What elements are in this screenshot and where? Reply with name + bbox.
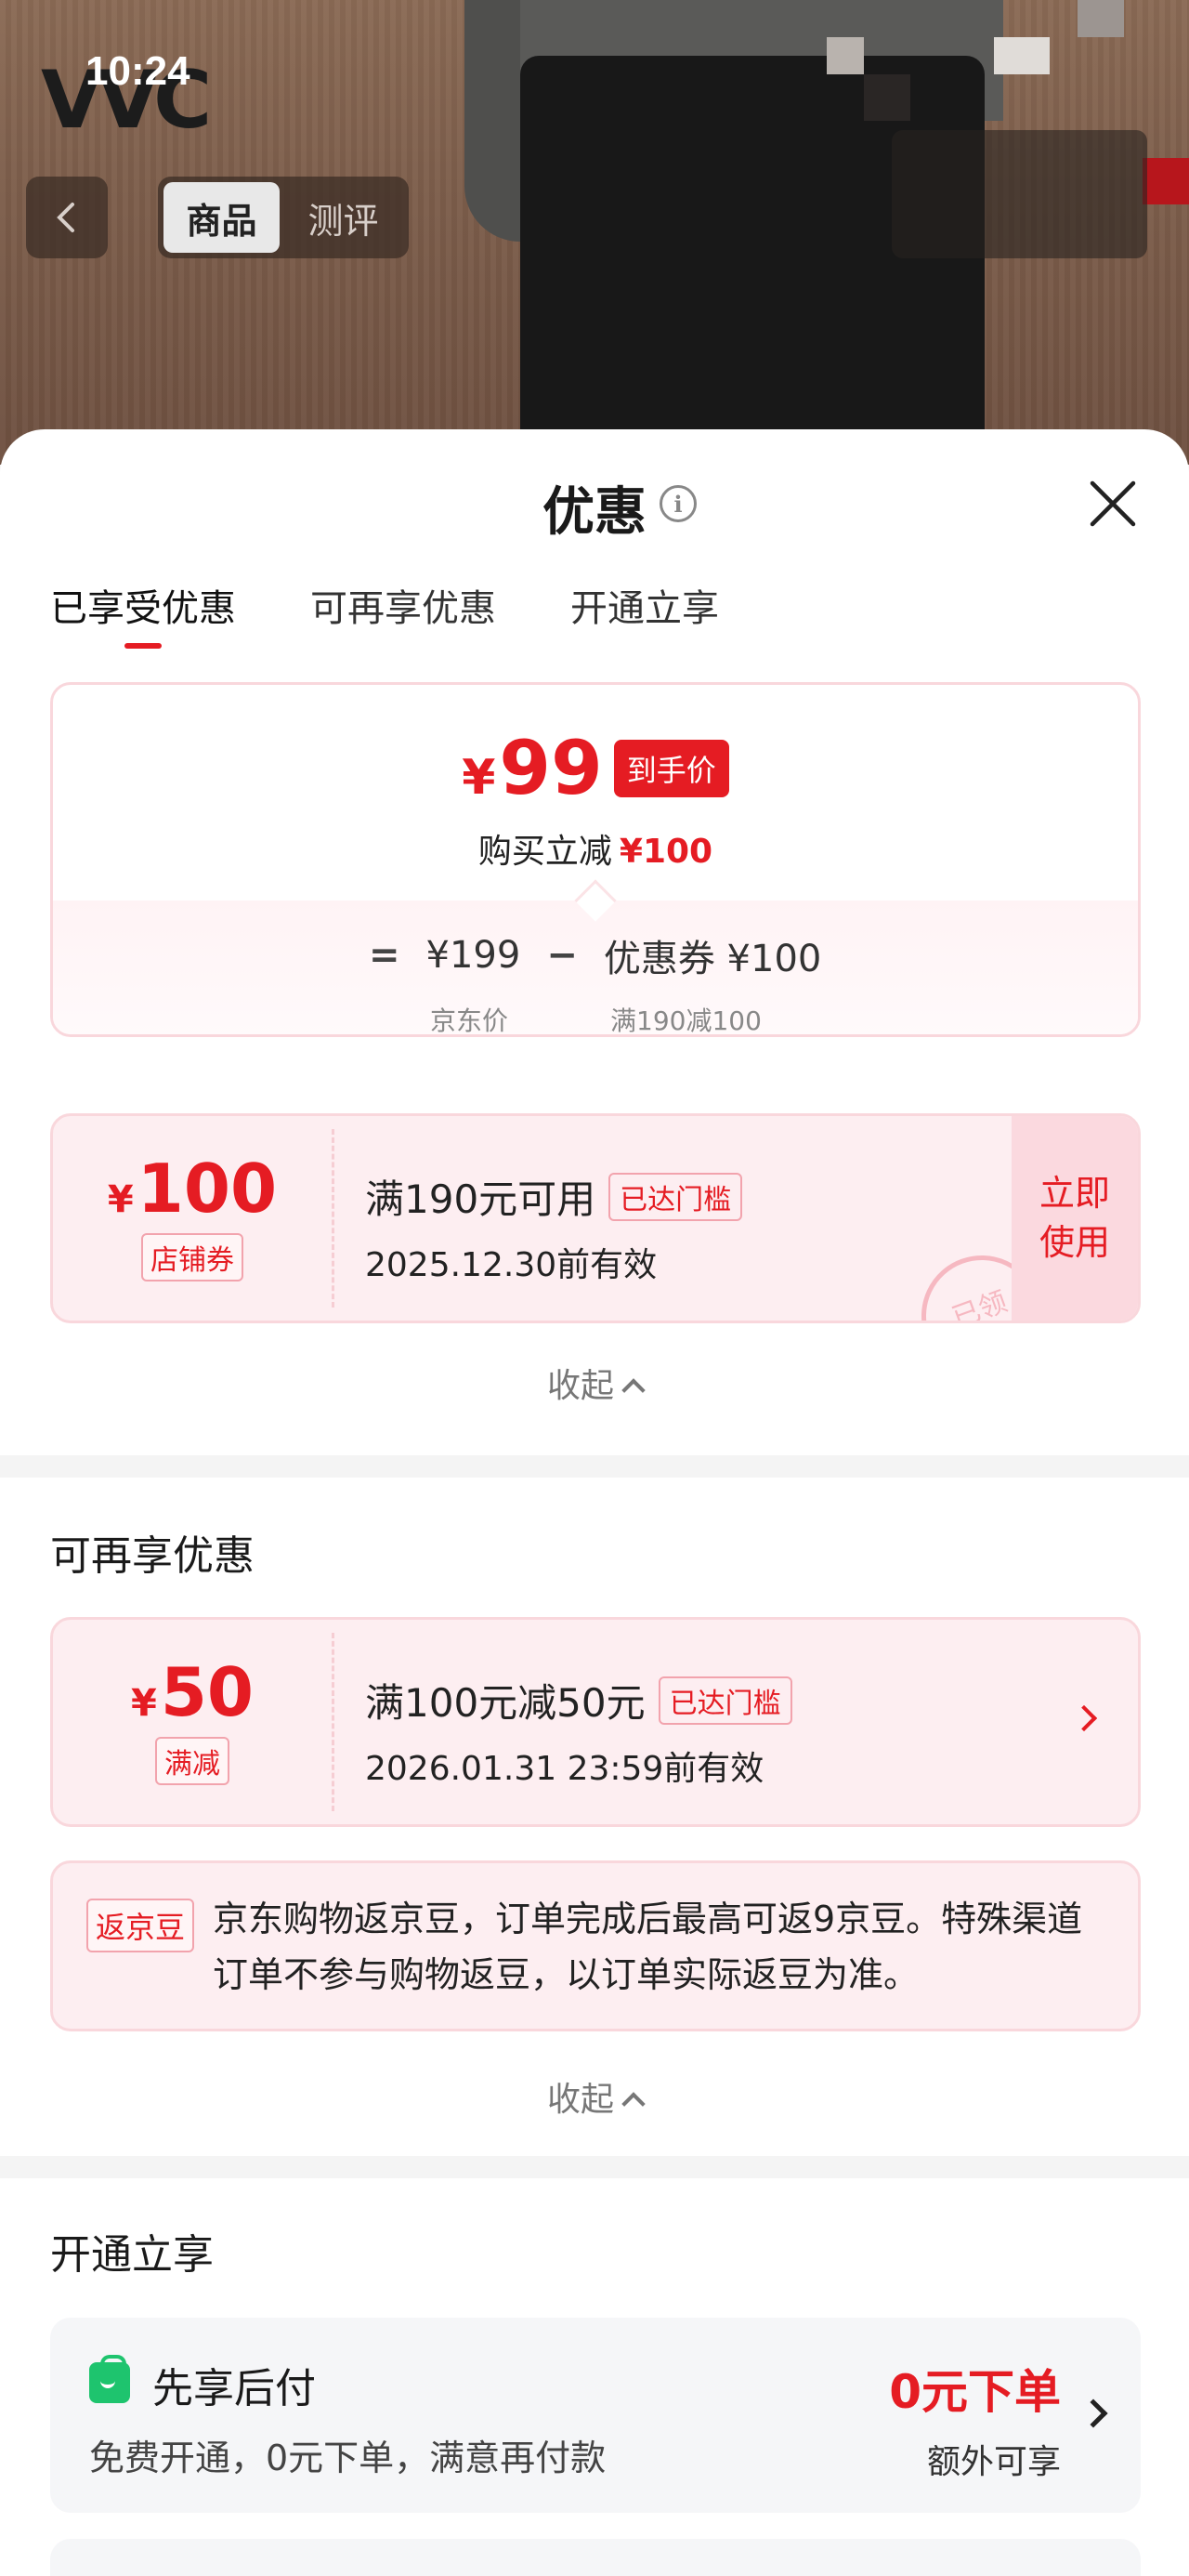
- coupon-amount: ¥50: [130, 1653, 255, 1731]
- pay-later-title: 先享后付: [152, 2365, 316, 2412]
- pixelation: [1078, 0, 1124, 37]
- next-offer-card[interactable]: [50, 2539, 1141, 2576]
- tab-product[interactable]: 商品: [163, 182, 280, 253]
- tab-more[interactable]: 可再享优惠: [310, 578, 496, 649]
- discount-sheet: 优惠 i 已享受优惠 可再享优惠 开通立享 ¥99 到手价 购买立减 ¥100 =…: [0, 429, 1189, 2576]
- tab-review[interactable]: 测评: [285, 182, 401, 253]
- discount-tabs: 已享受优惠 可再享优惠 开通立享: [50, 578, 719, 649]
- status-time: 10:24: [85, 48, 190, 94]
- chevron-up-icon: [621, 1378, 646, 1402]
- pixelation: [864, 74, 910, 121]
- pixelation: [827, 37, 864, 74]
- coupon-rule-label: 满190减100: [610, 1005, 762, 1036]
- original-price-label: 京东价: [430, 1005, 509, 1036]
- coupon-type-tag: 满减: [155, 1737, 229, 1785]
- tab-open[interactable]: 开通立享: [570, 578, 719, 649]
- pay-later-sub: 额外可享: [926, 2443, 1061, 2481]
- pay-later-card[interactable]: 先享后付 免费开通，0元下单，满意再付款 0元下单 额外可享: [50, 2318, 1141, 2513]
- collapse-toggle[interactable]: 收起: [0, 2072, 1189, 2121]
- reduce-line: 购买立减 ¥100: [477, 833, 713, 871]
- coupon-condition: 满100元减50元: [365, 1680, 646, 1726]
- price-breakdown: = ¥199 − 优惠券 ¥100 京东价 满190减100: [53, 879, 1138, 1036]
- final-price-tag: 到手价: [613, 740, 729, 797]
- pay-later-highlight: 0元下单: [889, 2365, 1061, 2419]
- back-button[interactable]: [26, 177, 108, 258]
- hero-action-bar[interactable]: [892, 130, 1147, 258]
- shopping-bag-icon: [89, 2355, 130, 2403]
- section-divider: [0, 2156, 1189, 2178]
- threshold-badge: 已达门槛: [658, 1676, 792, 1725]
- coupon-condition: 满190元可用: [365, 1176, 596, 1222]
- original-price: ¥199: [425, 934, 521, 977]
- price-summary-card: ¥99 到手价 购买立减 ¥100 = ¥199 − 优惠券 ¥100 京东价 满…: [50, 682, 1141, 1037]
- coupon-validity: 2025.12.30前有效: [365, 1246, 658, 1284]
- pixelation: [994, 37, 1050, 74]
- close-icon[interactable]: [1085, 476, 1141, 532]
- sheet-title: 优惠: [542, 482, 647, 543]
- chevron-right-icon: [1078, 2399, 1108, 2428]
- threshold-badge: 已达门槛: [608, 1172, 743, 1221]
- coupon-type-tag: 店铺券: [141, 1233, 243, 1281]
- chevron-right-icon: [1070, 1704, 1098, 1732]
- chevron-up-icon: [621, 2092, 646, 2116]
- coupon-deduction: 优惠券 ¥100: [603, 938, 822, 980]
- product-tab-switch[interactable]: 商品 测评: [158, 177, 409, 258]
- jd-bean-card: 返京豆 京东购物返京豆，订单完成后最高可返9京豆。特殊渠道订单不参与购物返豆，以…: [50, 1860, 1141, 2031]
- collapse-toggle[interactable]: 收起: [0, 1359, 1189, 1407]
- chevron-left-icon: [57, 203, 74, 232]
- store-coupon-card[interactable]: ¥100 店铺券 满190元可用 已达门槛 2025.12.30前有效 已领 立即…: [50, 1113, 1141, 1323]
- pixelation: [1143, 158, 1189, 204]
- equals-sign: =: [369, 934, 400, 977]
- pants-shape: [520, 56, 985, 465]
- section-divider: [0, 1455, 1189, 1478]
- pay-later-desc: 免费开通，0元下单，满意再付款: [89, 2438, 607, 2478]
- section-title-open: 开通立享: [50, 2231, 214, 2279]
- info-icon[interactable]: i: [660, 485, 697, 522]
- coupon-amount: ¥100: [107, 1150, 278, 1228]
- tab-enjoyed[interactable]: 已享受优惠: [50, 578, 236, 649]
- minus-sign: −: [546, 934, 578, 977]
- section-title-more: 可再享优惠: [50, 1532, 255, 1580]
- use-now-button[interactable]: 立即 使用: [1012, 1116, 1138, 1321]
- coupon-validity: 2026.01.31 23:59前有效: [365, 1750, 764, 1788]
- bean-tag: 返京豆: [86, 1899, 195, 1952]
- final-price: ¥99: [462, 725, 603, 811]
- bean-description: 京东购物返京豆，订单完成后最高可返9京豆。特殊渠道订单不参与购物返豆，以订单实际…: [213, 1899, 1083, 1995]
- discount-coupon-card[interactable]: ¥50 满减 满100元减50元 已达门槛 2026.01.31 23:59前有效: [50, 1617, 1141, 1827]
